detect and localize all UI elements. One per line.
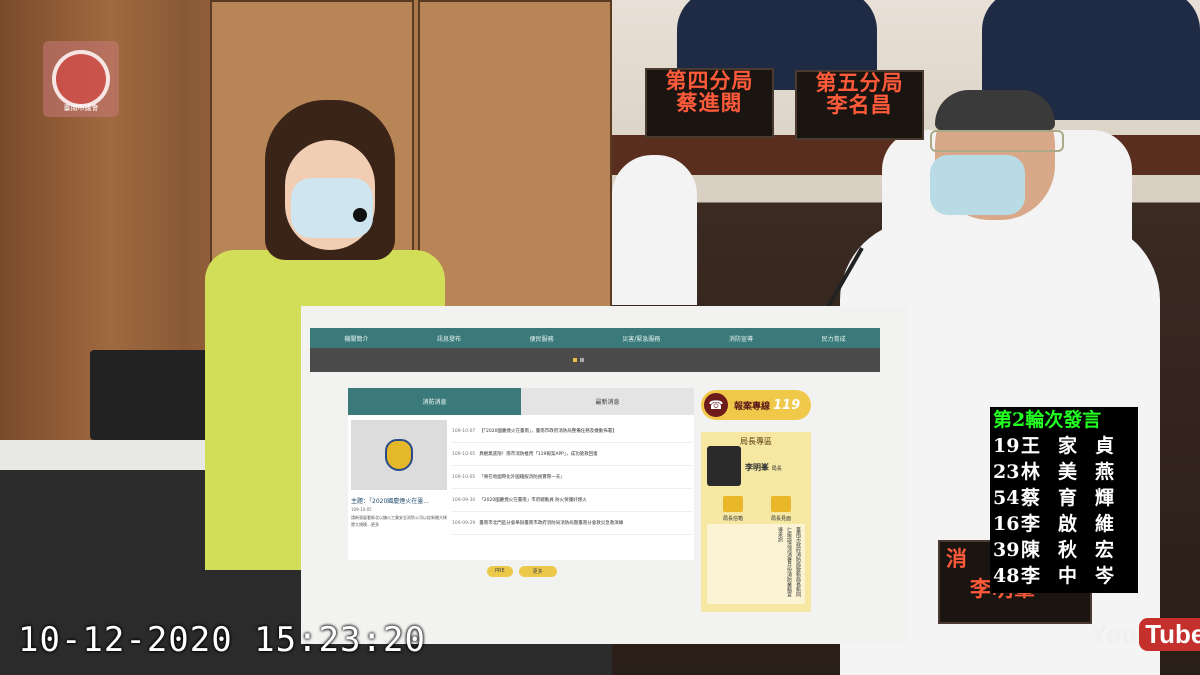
- list-item[interactable]: 109-10-05 「將在地國際化外國籍服消防員實際一天」: [452, 466, 692, 489]
- chief-photo: [707, 446, 741, 486]
- hotline-label: 報案專線: [734, 401, 771, 412]
- chief-name-text: 李明峯: [745, 463, 769, 472]
- glasses: [930, 130, 1064, 152]
- speaker-number: 23: [993, 461, 1020, 483]
- featured-title[interactable]: 主題：「2020國慶煙火在臺...: [351, 496, 449, 505]
- youtube-tube: Tube: [1139, 618, 1200, 651]
- chief-links: 局長信箱 局長見面: [709, 496, 805, 522]
- chief-section: 局長專區 李明峯 局長 局長信箱 局長見面 臺南市政府消防局致新局長新同仁座談清…: [701, 432, 811, 612]
- news-pager: PRE 更多: [487, 566, 557, 577]
- list-item[interactable]: 109-09-29 臺南市北門區分會舉辦臺南市政府消防局消防局暨臺南分會救災急救演…: [452, 512, 692, 535]
- news-title[interactable]: 「2020國慶煙火在臺南」市府總動員 防火保護好煙火: [479, 497, 586, 503]
- speaker-number: 48: [993, 565, 1020, 587]
- featured-news[interactable]: 主題：「2020國慶煙火在臺... 109-10-05 請新發展看新北以鎮火工業…: [351, 420, 449, 550]
- news-title[interactable]: 臺南市北門區分會舉辦臺南市政府消防局消防局暨臺南分會救災急救演練: [479, 520, 623, 526]
- speaker-name: 林美燕: [1021, 461, 1133, 483]
- nav-item[interactable]: 災害/緊急服務: [622, 334, 660, 343]
- banner-strip: [310, 348, 880, 372]
- fire-bureau-website-capture: 機關簡介 訊息發布 便民服務 災害/緊急服務 消防宣導 民力育成 消防消息 最新…: [301, 306, 909, 644]
- officer-white-shirt: [612, 155, 697, 305]
- nav-item[interactable]: 機關簡介: [344, 334, 368, 343]
- list-item[interactable]: 109-10-05 異觀無底限！南市消防推用「119報案APP」，成功搶救回復: [452, 443, 692, 466]
- hair: [935, 90, 1055, 130]
- featured-date: 109-10-05: [351, 507, 372, 512]
- speaker-row: 54蔡育輝: [990, 485, 1138, 511]
- chief-mailbox-label: 局長信箱: [722, 516, 743, 522]
- speaker-board-header: 第2輪次發言: [993, 409, 1102, 431]
- news-date: 109-10-07: [452, 428, 476, 434]
- featured-excerpt: 請新發展看新北以鎮火工業安全消防公司以從新開大稀膠大規模…更多: [351, 515, 447, 527]
- namecard-dept: 消: [946, 547, 968, 571]
- speaker-number: 19: [993, 435, 1020, 457]
- nav-item[interactable]: 消防宣導: [729, 334, 753, 343]
- speaker-name: 陳秋宏: [1021, 539, 1133, 561]
- speaker-row: 39陳秋宏: [990, 537, 1138, 563]
- news-list: 109-10-07 【「2020國慶煙火在臺南」，臺南市政府消防局整備任務及機動佈…: [452, 420, 692, 535]
- prev-button[interactable]: PRE: [487, 566, 513, 577]
- chief-mailbox-link[interactable]: 局長信箱: [711, 496, 755, 522]
- namecard-bureau-4: 第四分局 蔡進閱: [645, 68, 774, 138]
- face-mask: [930, 155, 1025, 215]
- speaker-name: 王家貞: [1021, 435, 1133, 457]
- news-panel: 消防消息 最新消息 主題：「2020國慶煙火在臺... 109-10-05 請新…: [348, 388, 694, 560]
- news-title[interactable]: 【「2020國慶煙火在臺南」，臺南市政府消防局整備任務及機動佈署】: [479, 428, 616, 434]
- chief-name: 李明峯 局長: [745, 462, 782, 473]
- list-item[interactable]: 109-10-07 【「2020國慶煙火在臺南」，臺南市政府消防局整備任務及機動佈…: [452, 420, 692, 443]
- speaker-row: 19王家貞: [990, 433, 1138, 459]
- nav-item[interactable]: 便民服務: [530, 334, 554, 343]
- speaker-row: 23林美燕: [990, 459, 1138, 485]
- youtube-logo[interactable]: You Tube: [1090, 618, 1200, 651]
- news-tabs: 消防消息 最新消息: [348, 388, 694, 415]
- nav-item[interactable]: 訊息發布: [437, 334, 461, 343]
- fire-bureau-emblem-icon: [385, 439, 413, 471]
- carousel-dot[interactable]: [580, 358, 584, 362]
- news-date: 109-10-05: [452, 451, 476, 457]
- speaker-name: 李中岑: [1021, 565, 1133, 587]
- speaker-number: 54: [993, 487, 1020, 509]
- more-button[interactable]: 更多: [518, 566, 557, 577]
- hotline-banner[interactable]: ☎ 報案專線 119: [701, 390, 811, 420]
- speaker-number: 16: [993, 513, 1020, 535]
- tab-fire-news[interactable]: 消防消息: [348, 388, 521, 415]
- phone-icon: ☎: [704, 393, 728, 417]
- nav-item[interactable]: 民力育成: [822, 334, 846, 343]
- speaker-number: 39: [993, 539, 1020, 561]
- news-date: 109-10-05: [452, 474, 476, 480]
- speaker-name: 蔡育輝: [1021, 487, 1133, 509]
- chief-title: 局長: [771, 466, 782, 472]
- news-title[interactable]: 「將在地國際化外國籍服消防員實際一天」: [479, 474, 565, 480]
- microphone: [353, 208, 367, 222]
- tab-latest-news[interactable]: 最新消息: [521, 388, 694, 415]
- chief-handwritten-letter: 臺南市政府消防局致新局長新同仁座談清涼消暑月份消防業務宣導來訊: [707, 524, 805, 604]
- logo-caption: 臺南市議會: [63, 104, 99, 112]
- council-emblem-icon: [52, 50, 110, 108]
- youtube-you: You: [1090, 619, 1138, 649]
- speaker-queue-board: 第2輪次發言 19王家貞 23林美燕 54蔡育輝 16李啟維 39陳秋宏 48李…: [990, 407, 1138, 593]
- carousel-dots[interactable]: [573, 358, 584, 362]
- news-title[interactable]: 異觀無底限！南市消防推用「119報案APP」，成功搶救回復: [479, 451, 597, 457]
- video-timestamp: 10-12-2020 15:23:20: [18, 620, 426, 660]
- list-item[interactable]: 109-09-30 「2020國慶煙火在臺南」市府總動員 防火保護好煙火: [452, 489, 692, 512]
- featured-thumbnail: [351, 420, 447, 490]
- mail-icon: [723, 496, 743, 512]
- site-top-nav: 機關簡介 訊息發布 便民服務 災害/緊急服務 消防宣導 民力育成: [310, 328, 880, 348]
- namecard-dept: 第四分局: [665, 69, 754, 93]
- chief-meeting-label: 局長見面: [770, 516, 791, 522]
- news-date: 109-09-30: [452, 497, 476, 503]
- speaker-row: 48李中岑: [990, 563, 1138, 589]
- chief-meeting-link[interactable]: 局長見面: [759, 496, 803, 522]
- speaker-row: 16李啟維: [990, 511, 1138, 537]
- hotline-number: 119: [773, 397, 801, 413]
- wall-panel: [418, 0, 612, 334]
- chat-icon: [771, 496, 791, 512]
- carousel-dot[interactable]: [573, 358, 577, 362]
- news-date: 109-09-29: [452, 520, 476, 526]
- council-logo: 臺南市議會: [43, 41, 119, 117]
- speaker-name: 李啟維: [1021, 513, 1133, 535]
- namecard-name: 蔡進閱: [676, 91, 743, 115]
